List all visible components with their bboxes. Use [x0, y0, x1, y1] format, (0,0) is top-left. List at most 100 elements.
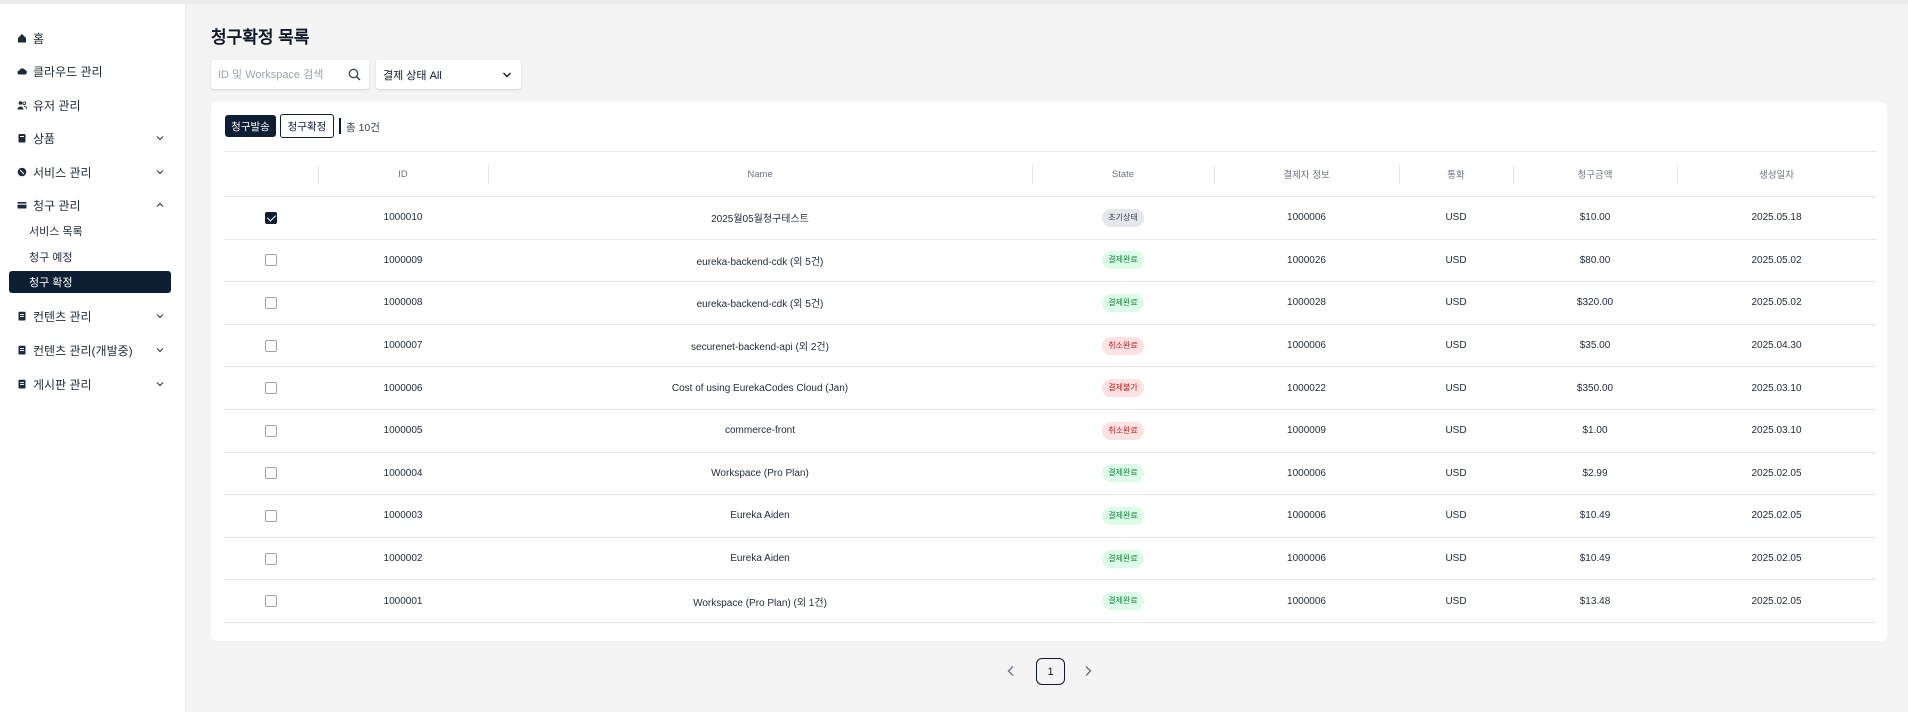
search-box — [211, 60, 369, 89]
created-date-cell: 2025.04.30 — [1677, 324, 1876, 368]
sidebar-item-billing[interactable]: 청구 관리 — [10, 191, 171, 219]
chevron-down-icon — [155, 379, 165, 389]
column-header-select — [224, 151, 318, 197]
table-row[interactable]: 1000002 Eureka Aiden 결제완료 1000006 USD $10.49 2… — [224, 537, 1876, 581]
amount-cell: $80.00 — [1513, 239, 1677, 283]
created-date-cell: 2025.02.05 — [1677, 537, 1876, 581]
currency-cell: USD — [1399, 537, 1513, 581]
sidebar-subitem-billing-scheduled[interactable]: 청구 예정 — [9, 246, 171, 268]
row-checkbox[interactable] — [265, 254, 277, 267]
row-checkbox[interactable] — [265, 552, 277, 565]
chevron-down-icon — [155, 133, 165, 143]
row-checkbox[interactable] — [265, 424, 277, 437]
send-billing-button[interactable]: 청구발송 — [225, 115, 276, 137]
chevron-right-icon[interactable] — [1081, 664, 1095, 678]
payer-cell: 1000026 — [1214, 239, 1399, 283]
sidebar-item-services[interactable]: 서비스 관리 — [10, 158, 171, 186]
table-row[interactable]: 1000001 Workspace (Pro Plan) (외 1건) 결제완료 10… — [224, 579, 1876, 623]
chevron-down-icon — [155, 167, 165, 177]
state-cell: 취소완료 — [1032, 324, 1214, 368]
row-checkbox[interactable] — [265, 595, 277, 608]
currency-cell: USD — [1399, 324, 1513, 368]
payment-status-select[interactable]: 결제 상태 All — [376, 60, 521, 89]
payer-cell: 1000006 — [1214, 537, 1399, 581]
sidebar-subitem-label: 청구 확정 — [29, 277, 73, 289]
payer-cell: 1000006 — [1214, 579, 1399, 623]
column-header-amount: 청구금액 — [1513, 151, 1677, 197]
sidebar-subitem-service-list[interactable]: 서비스 목록 — [9, 220, 171, 242]
state-cell: 결제완료 — [1032, 537, 1214, 581]
row-checkbox[interactable] — [265, 467, 277, 480]
amount-cell: $1.00 — [1513, 409, 1677, 453]
status-badge: 취소완료 — [1102, 336, 1144, 355]
row-checkbox[interactable] — [265, 382, 277, 395]
row-select-cell — [224, 409, 318, 453]
column-header-id: ID — [318, 151, 488, 197]
id-cell: 1000008 — [318, 281, 488, 325]
row-checkbox[interactable] — [265, 296, 277, 309]
row-checkbox[interactable] — [265, 509, 277, 522]
name-cell: Workspace (Pro Plan) — [488, 452, 1032, 496]
state-cell: 결제완료 — [1032, 452, 1214, 496]
amount-cell: $35.00 — [1513, 324, 1677, 368]
status-badge: 결제완료 — [1102, 293, 1144, 312]
search-input[interactable] — [211, 60, 343, 89]
amount-cell: $320.00 — [1513, 281, 1677, 325]
table-header-row: ID Name State 결제자 정보 통화 청구금액 생성일자 — [224, 151, 1876, 197]
sidebar-subitem-label: 서비스 목록 — [29, 226, 83, 238]
name-cell: Workspace (Pro Plan) (외 1건) — [488, 579, 1032, 623]
divider — [339, 118, 341, 134]
amount-cell: $10.49 — [1513, 494, 1677, 538]
created-date-cell: 2025.03.10 — [1677, 366, 1876, 410]
page-number-button[interactable]: 1 — [1036, 658, 1065, 685]
document-icon — [17, 311, 27, 321]
payer-cell: 1000006 — [1214, 196, 1399, 240]
id-cell: 1000001 — [318, 579, 488, 623]
created-date-cell: 2025.05.02 — [1677, 239, 1876, 283]
sidebar-item-home[interactable]: 홈 — [10, 24, 171, 52]
row-select-cell — [224, 239, 318, 283]
sidebar-item-label: 컨텐츠 관리(개발중) — [33, 343, 133, 358]
name-cell: Cost of using EurekaCodes Cloud (Jan) — [488, 366, 1032, 410]
search-icon[interactable] — [348, 68, 361, 81]
document-icon — [17, 345, 27, 355]
payer-cell: 1000022 — [1214, 366, 1399, 410]
table-row[interactable]: 1000008 eureka-backend-cdk (외 5건) 결제완료 1000… — [224, 281, 1876, 325]
name-cell: commerce-front — [488, 409, 1032, 453]
chevron-left-icon[interactable] — [1004, 664, 1018, 678]
currency-cell: USD — [1399, 494, 1513, 538]
sidebar-item-contents-dev[interactable]: 컨텐츠 관리(개발중) — [10, 336, 171, 364]
chevron-up-icon — [155, 200, 165, 210]
sidebar-item-cloud[interactable]: 클라우드 관리 — [10, 57, 171, 85]
row-select-cell — [224, 196, 318, 240]
sidebar: 홈 클라우드 관리 유저 관리 상품 서비스 관리 청구 관리 서비스 목록 청… — [0, 4, 186, 712]
id-cell: 1000009 — [318, 239, 488, 283]
table-row[interactable]: 1000004 Workspace (Pro Plan) 결제완료 1000006 US… — [224, 452, 1876, 496]
row-select-cell — [224, 537, 318, 581]
created-date-cell: 2025.05.18 — [1677, 196, 1876, 240]
table-row[interactable]: 1000007 securenet-backend-api (외 2건) 취소완료 1… — [224, 324, 1876, 368]
table-row[interactable]: 1000010 2025월05월청구테스트 초기상태 1000006 USD $10.00… — [224, 196, 1876, 240]
row-select-cell — [224, 281, 318, 325]
sidebar-subitem-billing-confirmed[interactable]: 청구 확정 — [9, 271, 171, 293]
row-checkbox[interactable] — [265, 211, 277, 224]
sidebar-item-label: 서비스 관리 — [33, 165, 92, 180]
payer-cell: 1000006 — [1214, 494, 1399, 538]
status-badge: 결제불가 — [1102, 379, 1144, 398]
row-checkbox[interactable] — [265, 339, 277, 352]
table-row[interactable]: 1000005 commerce-front 취소완료 1000009 USD $1.00… — [224, 409, 1876, 453]
id-cell: 1000003 — [318, 494, 488, 538]
table-row[interactable]: 1000006 Cost of using EurekaCodes Cloud (… — [224, 366, 1876, 410]
sidebar-item-products[interactable]: 상품 — [10, 124, 171, 152]
sidebar-item-contents[interactable]: 컨텐츠 관리 — [10, 302, 171, 330]
id-cell: 1000006 — [318, 366, 488, 410]
status-badge: 결제완료 — [1102, 251, 1144, 270]
confirm-billing-button[interactable]: 청구확정 — [280, 114, 334, 138]
table-row[interactable]: 1000003 Eureka Aiden 결제완료 1000006 USD $10.49 2… — [224, 494, 1876, 538]
table-row[interactable]: 1000009 eureka-backend-cdk (외 5건) 결제완료 1000… — [224, 239, 1876, 283]
sidebar-item-board[interactable]: 게시판 관리 — [10, 370, 171, 398]
currency-cell: USD — [1399, 196, 1513, 240]
sidebar-item-users[interactable]: 유저 관리 — [10, 91, 171, 119]
id-cell: 1000004 — [318, 452, 488, 496]
name-cell: securenet-backend-api (외 2건) — [488, 324, 1032, 368]
